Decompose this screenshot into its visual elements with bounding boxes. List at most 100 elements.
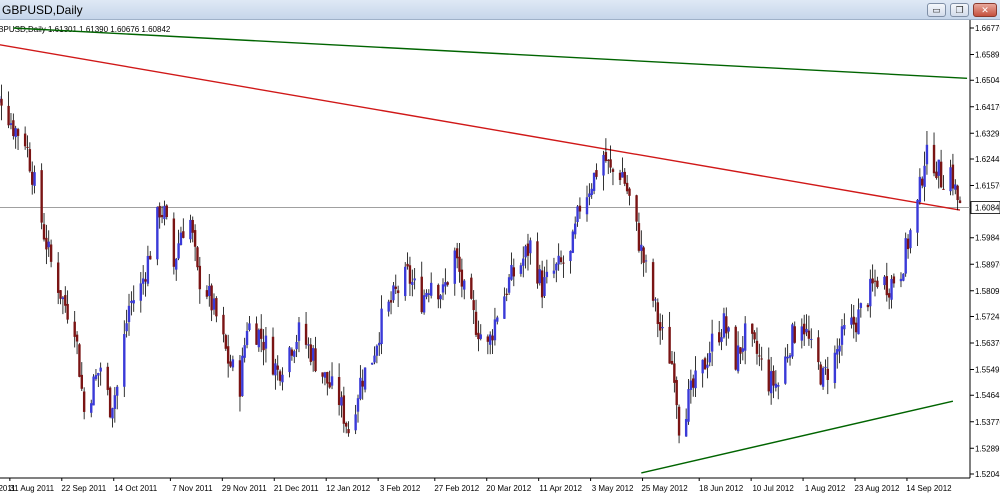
candle-body <box>642 247 645 263</box>
candle-body <box>363 367 367 390</box>
candle-body <box>189 219 192 240</box>
candle-body <box>623 171 626 184</box>
x-tick-label: 10 Jul 2012 <box>752 484 794 493</box>
x-tick-label: 1 Aug 2012 <box>805 484 846 493</box>
candle <box>821 366 825 390</box>
y-tick-label: 1.63295 <box>975 129 1000 138</box>
candle-body <box>573 223 577 235</box>
candle-body <box>472 300 475 311</box>
candle-body <box>73 321 76 337</box>
close-button[interactable]: ✕ <box>973 3 997 17</box>
candle-body <box>323 372 327 378</box>
candle-body <box>146 255 150 284</box>
candle-body <box>689 380 693 390</box>
candle <box>40 163 43 230</box>
candle-body <box>784 356 787 384</box>
candle-body <box>595 170 598 177</box>
candle-body <box>942 188 945 190</box>
y-tick-label: 1.55495 <box>975 366 1000 375</box>
candle-body <box>694 370 697 389</box>
plot-area <box>0 20 970 475</box>
candle-body <box>16 129 20 136</box>
candle-body <box>817 337 820 363</box>
candle-body <box>9 123 13 125</box>
candle-body <box>585 197 589 215</box>
candle-body <box>453 250 456 284</box>
title-bar[interactable]: GBPUSD,Daily ▭ ❐ ✕ <box>0 0 1000 20</box>
candle-body <box>179 232 183 246</box>
candle <box>571 229 575 254</box>
candle-body <box>658 322 662 331</box>
candle-body <box>231 359 235 368</box>
candle-body <box>389 300 393 303</box>
x-tick-label: 21 Dec 2011 <box>274 484 319 493</box>
candle-body <box>210 285 213 311</box>
candle-body <box>229 361 232 367</box>
candle-body <box>833 352 837 383</box>
candle <box>904 232 907 277</box>
candle-body <box>505 293 508 296</box>
candle-body <box>576 206 579 223</box>
candle-body <box>758 355 761 357</box>
x-tick-label: 7 Nov 2011 <box>172 484 213 493</box>
candle-body <box>640 244 643 251</box>
y-tick-label: 1.53770 <box>975 418 1000 427</box>
y-tick-label: 1.62445 <box>975 155 1000 164</box>
candle-body <box>245 330 249 345</box>
candle-body <box>625 182 629 192</box>
candle-body <box>359 377 362 399</box>
candle-body <box>736 345 740 372</box>
candle-body <box>486 336 490 342</box>
restore-button[interactable]: ❐ <box>950 3 969 17</box>
candle-body <box>311 348 315 361</box>
candle-body <box>394 286 397 289</box>
candle-body <box>238 360 242 397</box>
candle-body <box>491 335 494 341</box>
candle-body <box>33 172 36 186</box>
candle-body <box>951 164 955 189</box>
candle-body <box>791 324 794 357</box>
x-tick-label: 14 Oct 2011 <box>114 484 158 493</box>
candle-body <box>772 370 775 386</box>
candle-body <box>149 255 152 260</box>
candle-body <box>604 152 608 161</box>
candle <box>592 172 596 195</box>
candle-body <box>196 247 199 268</box>
x-tick-label: 29 Nov 2011 <box>222 484 267 493</box>
candle-body <box>602 154 605 176</box>
candle-body <box>293 351 296 357</box>
candle-body <box>23 133 27 147</box>
candle <box>734 325 737 371</box>
candle-body <box>904 238 907 274</box>
candle-body <box>271 336 275 375</box>
minimize-button[interactable]: ▭ <box>927 3 946 17</box>
price-chart[interactable]: GBPUSD,Daily 1.61301 1.61390 1.60676 1.6… <box>0 20 1000 495</box>
candle-body <box>635 195 638 222</box>
x-tick-label: 31 Aug 2011 <box>10 484 55 493</box>
candle-body <box>463 280 466 290</box>
y-tick-label: 1.65895 <box>975 51 1000 60</box>
candle-body <box>411 281 414 285</box>
candle-body <box>224 335 227 349</box>
candle-body <box>552 270 556 274</box>
candle-body <box>14 128 17 138</box>
candle-body <box>918 176 922 203</box>
candle-body <box>49 244 53 262</box>
candle-body <box>257 329 261 348</box>
candle-body <box>90 403 93 413</box>
candle-body <box>743 323 747 351</box>
candle-body <box>836 349 839 355</box>
candle-body <box>703 358 707 370</box>
y-tick-label: 1.66770 <box>975 24 1000 33</box>
candle-body <box>802 323 806 335</box>
candle-body <box>444 282 447 287</box>
candle-body <box>75 334 79 342</box>
candle-body <box>198 265 202 290</box>
y-tick-label: 1.57245 <box>975 312 1000 321</box>
candle-body <box>692 378 695 388</box>
candle-body <box>753 332 756 340</box>
candle-body <box>455 248 459 259</box>
candle-body <box>380 308 383 344</box>
candle-body <box>373 355 376 363</box>
candle-body <box>916 199 919 233</box>
